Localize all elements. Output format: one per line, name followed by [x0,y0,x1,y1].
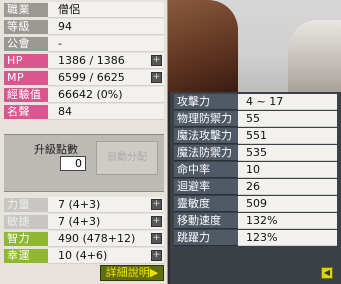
attr-label: 幸運 [4,249,48,263]
attr-value: 10 (4+6) + [48,248,164,264]
detail-stat-panel: 攻擊力 4 ~ 17 物理防禦力 55 魔法攻擊力 551 魔法防禦力 535 … [170,92,341,284]
attr-value: 490 (478+12) + [48,231,164,247]
detail-label: 靈敏度 [174,196,238,212]
stat-window: 職業 僧侶 等級 94 公會 - HP 1386 / 1386 + MP 6599… [0,0,168,284]
detail-value: 55 [238,111,337,127]
stat-row-fame: 名聲 84 [4,104,164,120]
stat-label: HP [4,54,48,68]
stat-value: 6599 / 6625 + [48,70,164,86]
stat-value: 僧侶 [48,2,164,18]
plus-icon[interactable]: + [151,216,162,227]
stat-row-guild: 公會 - [4,36,164,52]
stat-label: 經驗值 [4,88,48,102]
detail-label: 魔法攻擊力 [174,128,238,144]
detail-button[interactable]: 詳細說明▶ [100,265,164,281]
detail-row: 攻擊力 4 ~ 17 [174,94,337,110]
stat-label: 等級 [4,20,48,34]
rock-stone [288,20,341,92]
detail-row: 命中率 10 [174,162,337,178]
stat-row-job: 職業 僧侶 [4,2,164,18]
plus-icon[interactable]: + [151,233,162,244]
detail-row: 魔法攻擊力 551 [174,128,337,144]
detail-row: 跳躍力 123% [174,230,337,246]
plus-icon[interactable]: + [151,250,162,261]
detail-label: 跳躍力 [174,230,238,246]
detail-row: 物理防禦力 55 [174,111,337,127]
plus-icon[interactable]: + [151,199,162,210]
detail-label: 移動速度 [174,213,238,229]
stat-row-hp: HP 1386 / 1386 + [4,53,164,69]
detail-row: 靈敏度 509 [174,196,337,212]
stat-value: 94 [48,19,164,35]
detail-row: 迴避率 26 [174,179,337,195]
ability-point-value: 0 [60,156,86,171]
attr-label: 力量 [4,198,48,212]
detail-value: 26 [238,179,337,195]
stat-label: MP [4,71,48,85]
attr-label: 敏捷 [4,215,48,229]
detail-value: 535 [238,145,337,161]
stat-label: 名聲 [4,105,48,119]
stat-value: 1386 / 1386 + [48,53,164,69]
detail-value: 132% [238,213,337,229]
attr-row-luk: 幸運 10 (4+6) + [4,248,164,264]
auto-assign-button[interactable]: 自動分配 [96,141,158,175]
detail-row: 移動速度 132% [174,213,337,229]
attr-value: 7 (4+3) + [48,214,164,230]
plus-icon[interactable]: + [151,72,162,83]
detail-label: 攻擊力 [174,94,238,110]
detail-label: 物理防禦力 [174,111,238,127]
detail-value: 10 [238,162,337,178]
detail-row: 魔法防禦力 535 [174,145,337,161]
stat-value: - [48,36,164,52]
ability-point-box: 升級點數 0 自動分配 [4,134,164,192]
attr-row-dex: 敏捷 7 (4+3) + [4,214,164,230]
stat-row-exp: 經驗值 66642 (0%) [4,87,164,103]
ability-point-label: 升級點數 [34,143,78,156]
attr-row-int: 智力 490 (478+12) + [4,231,164,247]
rock-cliff [168,0,238,92]
attr-value: 7 (4+3) + [48,197,164,213]
attr-label: 智力 [4,232,48,246]
stat-value: 84 [48,104,164,120]
detail-label: 命中率 [174,162,238,178]
stat-row-level: 等級 94 [4,19,164,35]
stat-row-mp: MP 6599 / 6625 + [4,70,164,86]
detail-value: 551 [238,128,337,144]
back-arrow-icon[interactable]: ◀ [321,267,333,279]
stat-label: 公會 [4,37,48,51]
plus-icon[interactable]: + [151,55,162,66]
stat-value: 66642 (0%) [48,87,164,103]
detail-value: 4 ~ 17 [238,94,337,110]
detail-value: 509 [238,196,337,212]
stat-label: 職業 [4,3,48,17]
detail-label: 魔法防禦力 [174,145,238,161]
detail-label: 迴避率 [174,179,238,195]
detail-value: 123% [238,230,337,246]
attr-row-str: 力量 7 (4+3) + [4,197,164,213]
game-scene [168,0,341,92]
